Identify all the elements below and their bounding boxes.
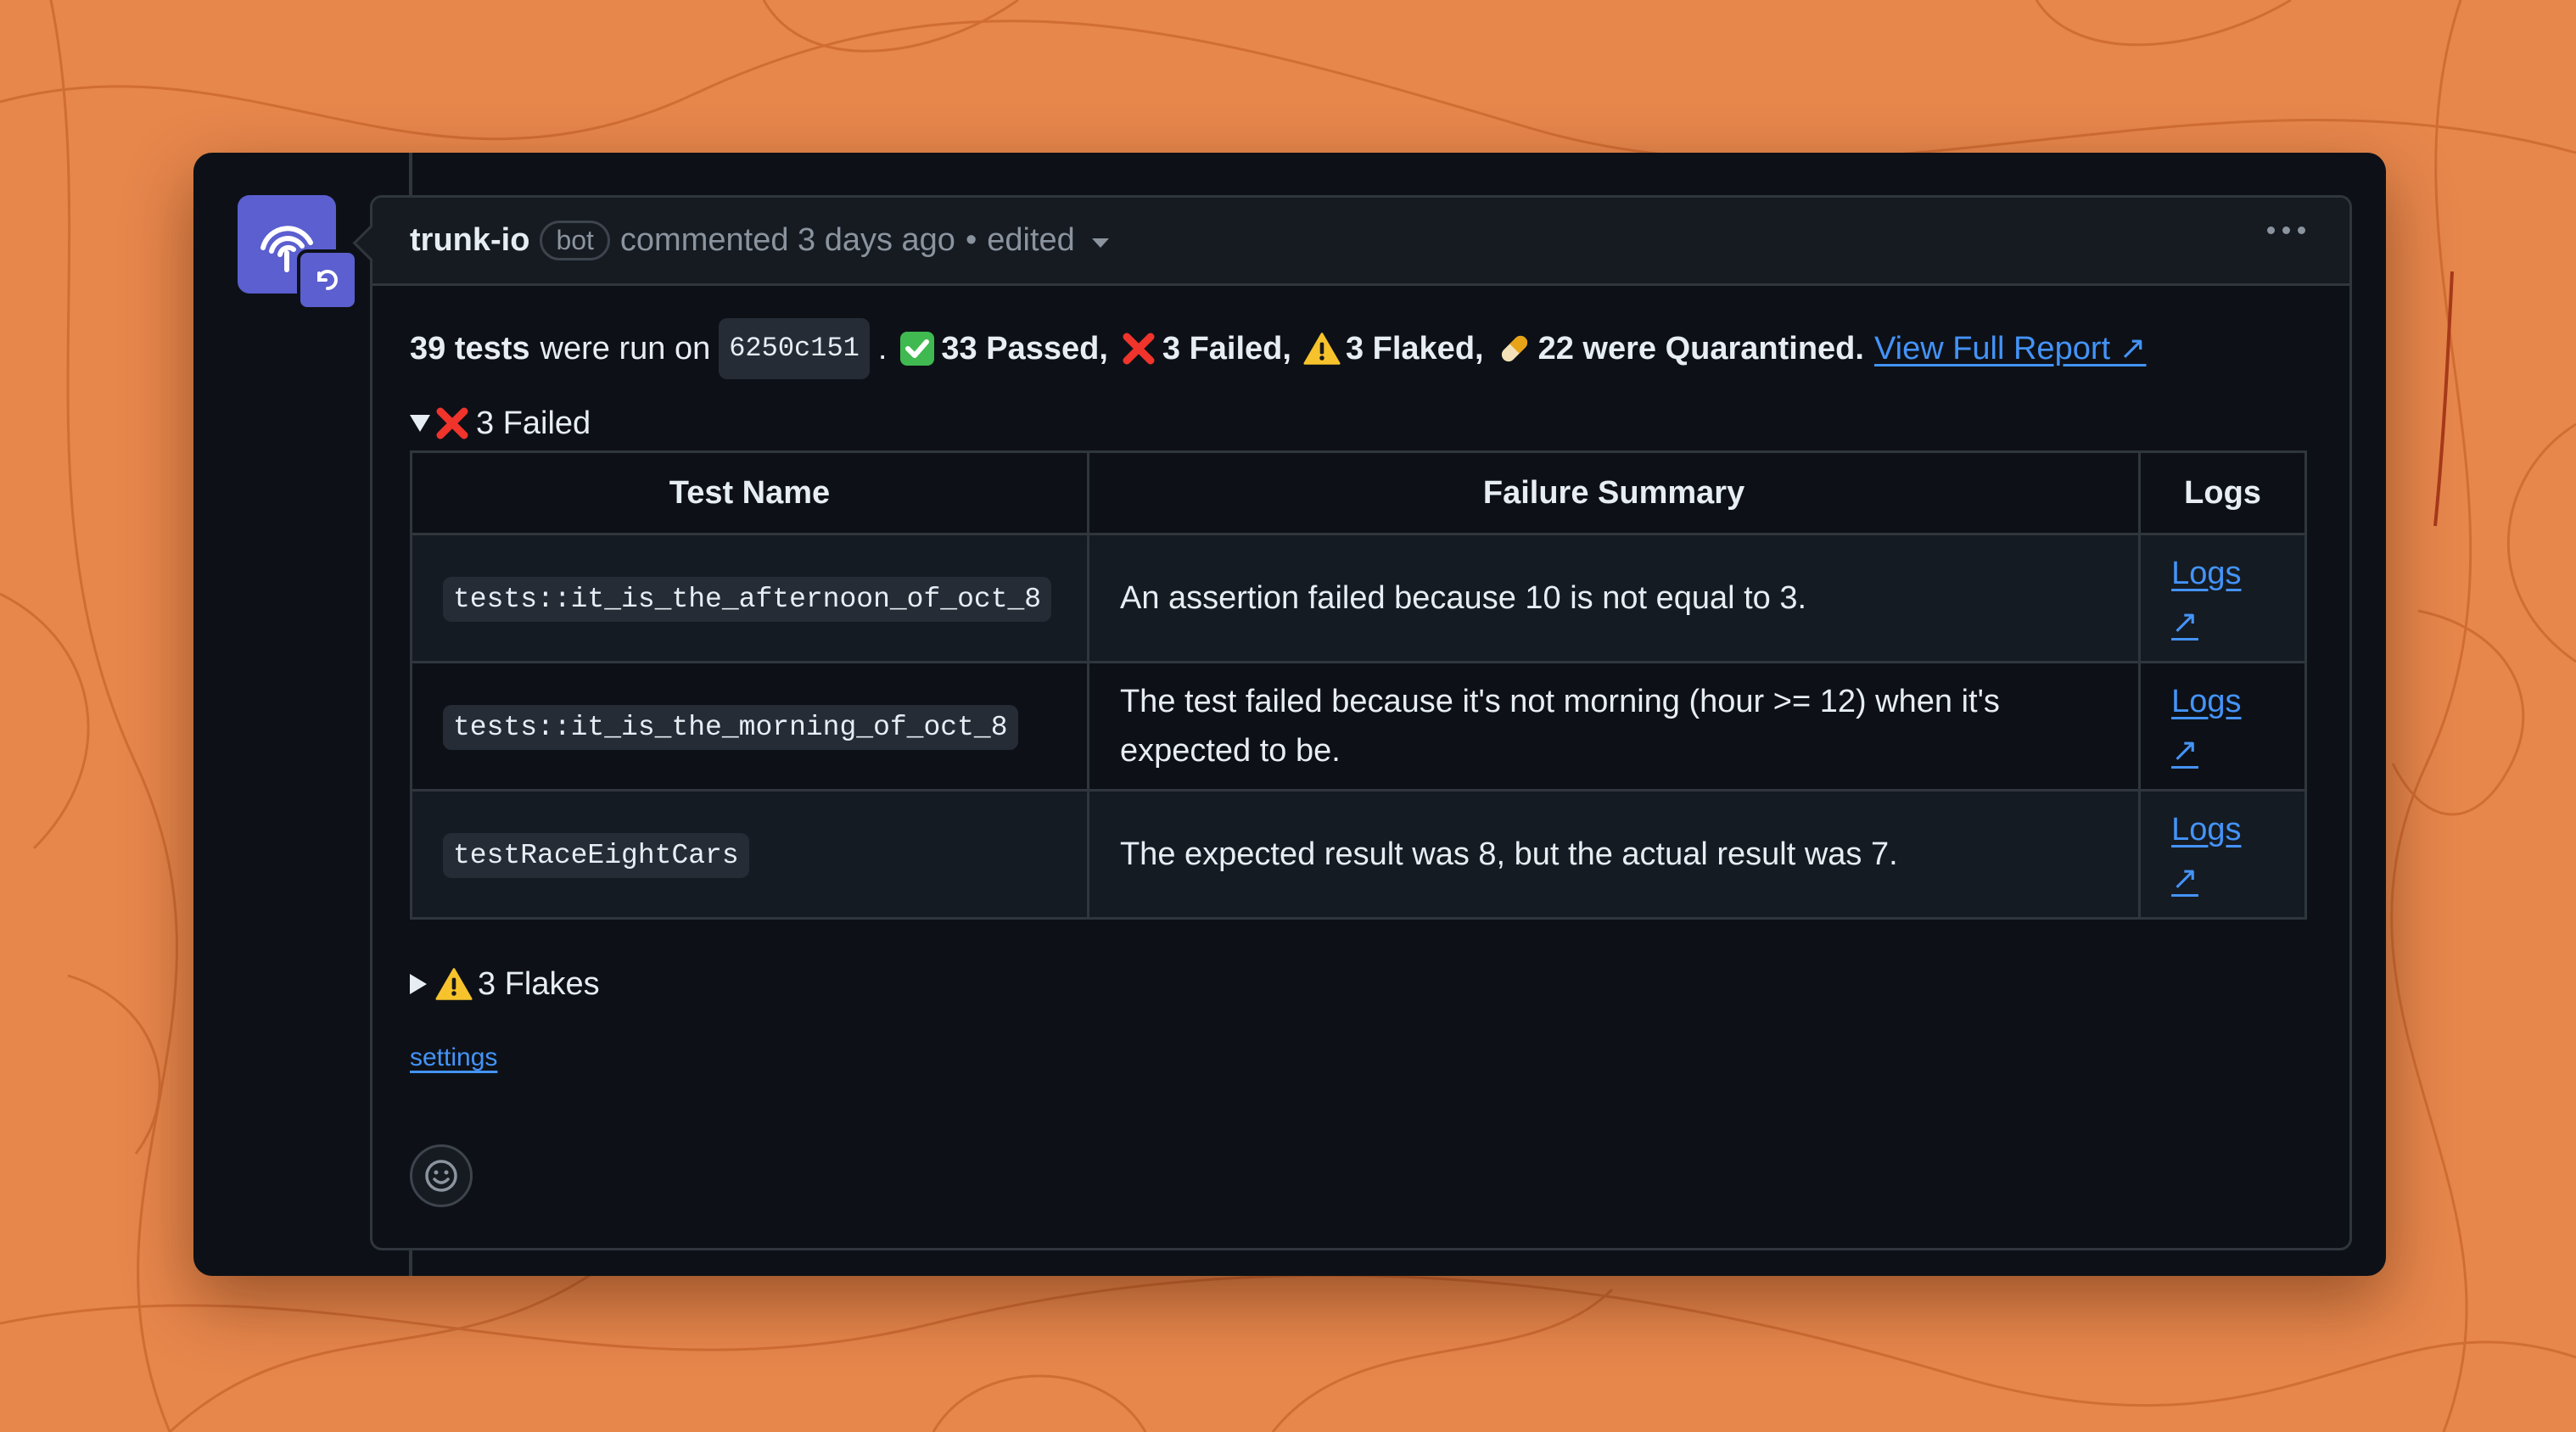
table-header-row: Test Name Failure Summary Logs	[410, 450, 2307, 535]
external-link-icon[interactable]: ↗	[2171, 854, 2274, 903]
run-on-text: were run on	[540, 331, 711, 366]
author-name[interactable]: trunk-io	[410, 222, 529, 259]
failed-section-label: 3 Failed	[476, 405, 591, 441]
commit-sha: 6250c151	[719, 318, 870, 379]
logs-link[interactable]: Logs	[2171, 805, 2274, 854]
warning-icon	[435, 965, 473, 1003]
test-name: tests::it_is_the_afternoon_of_oct_8	[443, 577, 1052, 622]
external-link-icon[interactable]: ↗	[2171, 598, 2274, 647]
table-row: tests::it_is_the_morning_of_oct_8 The te…	[410, 661, 2307, 792]
failed-tests-table: Test Name Failure Summary Logs tests::it…	[410, 450, 2307, 920]
flakes-details-toggle[interactable]: 3 Flakes	[410, 964, 2312, 1004]
settings-link[interactable]: settings	[410, 1043, 497, 1072]
check-mark-icon	[899, 330, 936, 367]
test-name: tests::it_is_the_morning_of_oct_8	[443, 705, 1018, 750]
refresh-icon	[317, 270, 338, 290]
passed-count: 33 Passed,	[941, 331, 1108, 366]
triangle-down-icon	[410, 415, 430, 432]
bot-badge: bot	[540, 221, 610, 260]
period: .	[877, 331, 888, 366]
cross-mark-icon	[1120, 330, 1157, 367]
chevron-down-icon[interactable]	[1091, 238, 1109, 248]
test-name: testRaceEightCars	[443, 833, 749, 878]
triangle-right-icon	[410, 974, 427, 994]
cross-mark-icon	[434, 405, 471, 442]
logs-link[interactable]: Logs	[2171, 549, 2274, 598]
failure-summary: The expected result was 8, but the actua…	[1086, 789, 2142, 920]
failed-count: 3 Failed,	[1162, 331, 1291, 366]
warning-icon	[1303, 330, 1341, 367]
quarantined-count: 22 were Quarantined.	[1537, 331, 1864, 366]
comment-box: trunk-io bot commented 3 days ago • edit…	[370, 195, 2352, 1250]
kebab-icon[interactable]	[2267, 227, 2305, 234]
pill-icon	[1496, 330, 1533, 367]
column-header-logs: Logs	[2138, 450, 2307, 535]
table-row: testRaceEightCars The expected result wa…	[410, 789, 2307, 920]
column-header-failure-summary: Failure Summary	[1086, 450, 2142, 535]
flaked-count: 3 Flaked,	[1345, 331, 1484, 366]
failure-summary: An assertion failed because 10 is not eq…	[1086, 533, 2142, 663]
comment-timestamp[interactable]: commented 3 days ago	[620, 222, 955, 259]
comment-header: trunk-io bot commented 3 days ago • edit…	[372, 198, 2349, 286]
tests-count: 39 tests	[410, 331, 530, 366]
failure-summary: The test failed because it's not morning…	[1086, 661, 2142, 792]
column-header-test-name: Test Name	[410, 450, 1089, 535]
comment-body: 39 tests were run on 6250c151 . 33 Passe…	[372, 286, 2349, 1074]
edited-dropdown[interactable]: edited	[987, 222, 1075, 259]
add-reaction-button[interactable]	[410, 1144, 473, 1207]
logs-link[interactable]: Logs	[2171, 677, 2274, 726]
view-full-report-link[interactable]: View Full Report ↗	[1874, 323, 2146, 374]
separator-dot: •	[965, 222, 977, 258]
test-summary-line: 39 tests were run on 6250c151 . 33 Passe…	[410, 318, 2312, 379]
failed-details-toggle[interactable]: 3 Failed	[410, 403, 2312, 444]
external-link-icon[interactable]: ↗	[2171, 726, 2274, 775]
bot-avatar-badge	[297, 249, 358, 310]
smiley-icon	[425, 1160, 457, 1192]
flakes-section-label: 3 Flakes	[478, 965, 600, 1002]
table-row: tests::it_is_the_afternoon_of_oct_8 An a…	[410, 533, 2307, 663]
comment-card: trunk-io bot commented 3 days ago • edit…	[193, 153, 2386, 1276]
